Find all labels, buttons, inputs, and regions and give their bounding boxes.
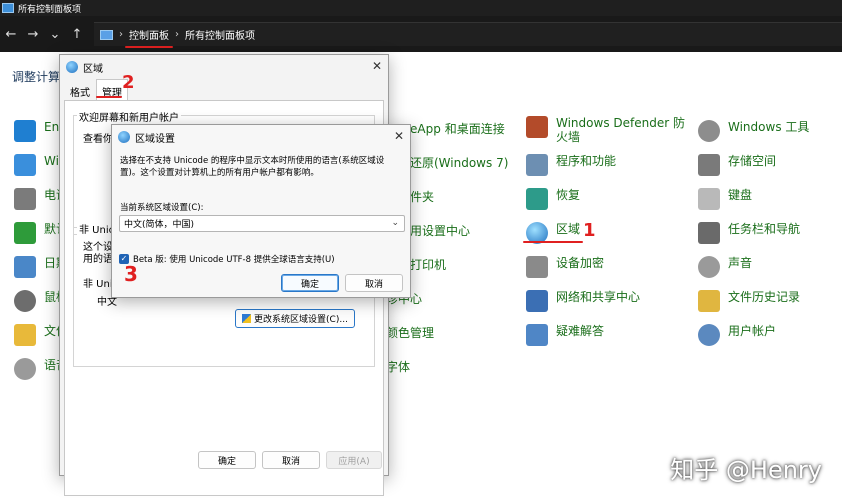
region-cancel-button[interactable]: 取消 xyxy=(262,451,320,469)
cp-item-windows-tools[interactable]: Windows 工具 xyxy=(698,120,809,142)
cp-item-programs[interactable]: 程序和功能 xyxy=(526,154,616,176)
close-icon[interactable]: ✕ xyxy=(394,129,404,143)
file-history-icon xyxy=(698,290,720,312)
region-dialog-titlebar: 区域 xyxy=(60,55,388,79)
locale-settings-dialog: 区域设置 ✕ 选择在不支持 Unicode 的程序中显示文本时所使用的语言(系统… xyxy=(111,124,411,298)
taskbar-icon xyxy=(698,222,720,244)
recent-chevron-icon[interactable]: ⌄ xyxy=(44,27,66,42)
cp-item-windows[interactable]: Wi xyxy=(14,154,59,176)
uac-shield-icon xyxy=(242,314,252,323)
cp-item-file-history[interactable]: 文件历史记录 xyxy=(698,290,800,312)
annotation-mark-3: 3 xyxy=(124,262,138,286)
breadcrumb-separator: › xyxy=(119,29,123,40)
watermark: 知乎 @Henry xyxy=(670,456,822,484)
control-panel-icon xyxy=(100,29,113,40)
cp-item-sound[interactable]: 声音 xyxy=(698,256,752,278)
gear-icon xyxy=(698,120,720,142)
region-ok-button[interactable]: 确定 xyxy=(198,451,256,469)
globe-icon xyxy=(66,61,78,73)
system-locale-select[interactable]: 中文(简体，中国) ⌄ xyxy=(119,215,405,232)
close-icon[interactable]: ✕ xyxy=(372,59,382,73)
control-panel-icon xyxy=(2,3,14,13)
cp-item-network[interactable]: 网络和共享中心 xyxy=(526,290,640,312)
up-arrow-icon[interactable]: ↑ xyxy=(66,27,88,42)
locale-cancel-button[interactable]: 取消 xyxy=(345,274,403,292)
key-icon xyxy=(526,256,548,278)
breadcrumb-all-items[interactable]: 所有控制面板项 xyxy=(185,27,255,42)
annotation-underline xyxy=(523,241,583,243)
users-icon xyxy=(698,324,720,346)
phone-modem-icon xyxy=(14,188,36,210)
locale-dialog-titlebar: 区域设置 xyxy=(112,125,410,149)
window-titlebar: 所有控制面板项 xyxy=(0,0,842,16)
cp-item-device-encryption[interactable]: 设备加密 xyxy=(526,256,604,278)
cp-item-storage-spaces[interactable]: 存储空间 xyxy=(698,154,776,176)
breadcrumb-control-panel[interactable]: 控制面板 xyxy=(125,27,173,48)
beta-utf8-label: Beta 版: 使用 Unicode UTF-8 提供全球语言支持(U) xyxy=(133,255,335,265)
mouse-icon xyxy=(14,290,36,312)
region-dialog-title: 区域 xyxy=(83,63,103,75)
speaker-icon xyxy=(698,256,720,278)
default-programs-icon xyxy=(14,222,36,244)
programs-icon xyxy=(526,154,548,176)
troubleshoot-icon xyxy=(526,324,548,346)
chevron-down-icon: ⌄ xyxy=(391,218,399,228)
microphone-icon xyxy=(14,358,36,380)
current-locale-label: 当前系统区域设置(C): xyxy=(120,203,204,213)
recovery-icon xyxy=(526,188,548,210)
annotation-mark-2: 2 xyxy=(122,72,135,93)
firewall-icon xyxy=(526,116,548,138)
energy-star-icon xyxy=(14,120,36,142)
beta-utf8-option[interactable]: ✓ Beta 版: 使用 Unicode UTF-8 提供全球语言支持(U) xyxy=(119,253,335,265)
cp-item-backup[interactable]: 和还原(Windows 7) xyxy=(398,156,508,170)
cp-item-user-accounts[interactable]: 用户帐户 xyxy=(698,324,776,346)
cp-item-troubleshoot[interactable]: 疑难解答 xyxy=(526,324,604,346)
back-arrow-icon[interactable]: ← xyxy=(0,27,22,42)
cp-item-firewall[interactable]: Windows Defender 防火墙 xyxy=(526,116,686,144)
breadcrumb[interactable]: › 控制面板 › 所有控制面板项 xyxy=(94,22,842,48)
folder-icon xyxy=(14,324,36,346)
address-bar: ← → ⌄ ↑ › 控制面板 › 所有控制面板项 xyxy=(0,16,842,52)
locale-dialog-title: 区域设置 xyxy=(135,133,175,145)
locale-ok-button[interactable]: 确定 xyxy=(281,274,339,292)
cp-item-color-management[interactable]: 颜色管理 xyxy=(386,326,434,340)
window-title: 所有控制面板项 xyxy=(18,4,82,15)
keyboard-icon xyxy=(698,188,720,210)
cp-item-recovery[interactable]: 恢复 xyxy=(526,188,580,210)
region-apply-button[interactable]: 应用(A) xyxy=(326,451,382,469)
breadcrumb-separator: › xyxy=(175,29,179,40)
cp-item-taskbar[interactable]: 任务栏和导航 xyxy=(698,222,800,244)
cp-item-remoteapp[interactable]: oteApp 和桌面连接 xyxy=(398,122,505,136)
cp-item-keyboard[interactable]: 键盘 xyxy=(698,188,752,210)
annotation-underline xyxy=(96,96,122,98)
annotation-mark-1: 1 xyxy=(583,220,596,241)
windows-icon xyxy=(14,154,36,176)
welcome-text: 查看你 xyxy=(83,134,113,145)
globe-icon xyxy=(118,131,130,143)
network-icon xyxy=(526,290,548,312)
unicode-text-2: 用的语 xyxy=(83,254,113,265)
storage-icon xyxy=(698,154,720,176)
welcome-group-label: 欢迎屏幕和新用户帐户 xyxy=(77,109,181,124)
change-system-locale-button[interactable]: 更改系统区域设置(C)... xyxy=(235,309,355,328)
cp-item-fonts[interactable]: 字体 xyxy=(386,360,410,374)
calendar-clock-icon xyxy=(14,256,36,278)
forward-arrow-icon[interactable]: → xyxy=(22,27,44,42)
locale-description: 选择在不支持 Unicode 的程序中显示文本时所使用的语言(系统区域设置)。这… xyxy=(120,156,385,178)
